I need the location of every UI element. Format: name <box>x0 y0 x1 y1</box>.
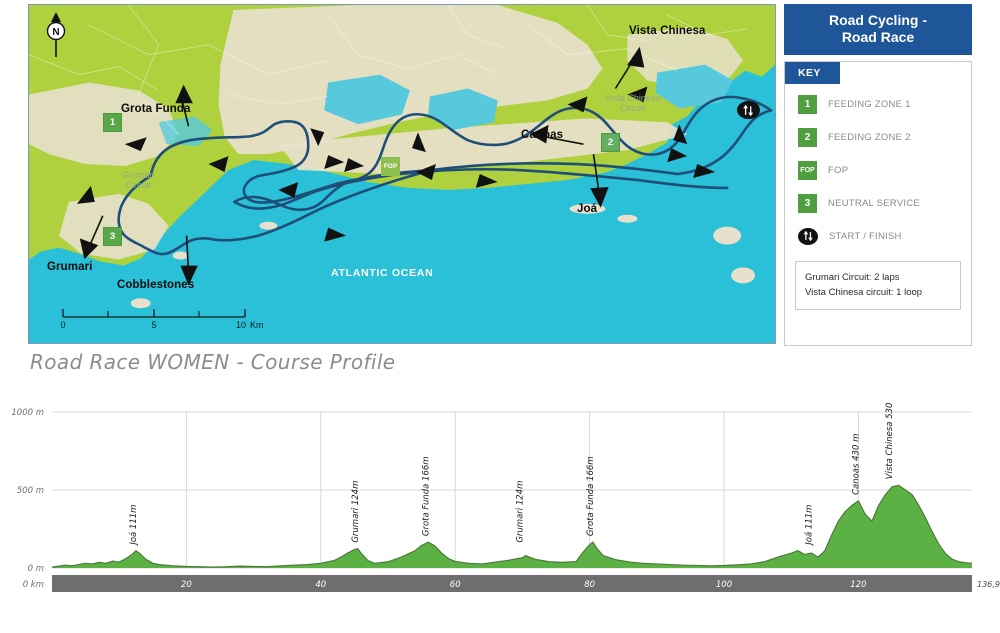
map-label-grumari: Grumari <box>47 261 93 273</box>
svg-text:Grumari 124m: Grumari 124m <box>515 481 525 543</box>
note-grumari-laps: Grumari Circuit: 2 laps <box>805 272 900 283</box>
chart-area-series <box>51 484 973 568</box>
key-row-neutral-service: 3 NEUTRAL SERVICE <box>785 190 971 216</box>
key-label-start-finish: START / FINISH <box>829 230 902 242</box>
course-map-panel: N Grumari Circuit Vista Chinesa Circuit … <box>28 4 776 344</box>
key-label-feeding-zone-2: FEEDING ZONE 2 <box>828 131 911 143</box>
key-row-fop: FOP FOP <box>785 157 971 183</box>
map-label-vista-chinesa: Vista Chinesa <box>629 25 706 37</box>
circuit-label-grumari-line1: Grumari <box>122 170 155 180</box>
circuit-label-grumari-line2: Circuit <box>125 180 152 190</box>
key-label-fop: FOP <box>828 164 849 176</box>
elevation-profile-chart: 0 m 500 m 1000 m 0 km 20 40 60 80 100 120 136,9 k… <box>0 400 1000 615</box>
map-marker-neutral-service[interactable]: 3 <box>103 227 122 246</box>
key-label-feeding-zone-1: FEEDING ZONE 1 <box>828 98 911 110</box>
map-label-canoas: Canoas <box>521 129 564 141</box>
chart-y-axis: 0 m 500 m 1000 m 0 km <box>11 408 44 590</box>
scale-tick-0: 0 <box>60 320 66 330</box>
svg-text:1000 m: 1000 m <box>11 408 44 418</box>
scale-bar-graphic <box>62 309 246 318</box>
svg-text:120: 120 <box>850 580 866 590</box>
circuit-label-grumari: Grumari Circuit <box>122 170 155 190</box>
key-box: KEY 1 FEEDING ZONE 1 2 FEEDING ZONE 2 FO… <box>784 61 972 346</box>
map-label-atlantic-ocean: ATLANTIC OCEAN <box>331 267 434 279</box>
north-arrow-icon: N <box>46 12 66 57</box>
scale-unit: Km <box>250 320 264 330</box>
svg-text:0 km: 0 km <box>23 580 44 590</box>
key-label-neutral-service: NEUTRAL SERVICE <box>828 197 920 209</box>
svg-text:136,9 km: 136,9 km <box>977 580 1000 589</box>
svg-text:500 m: 500 m <box>17 486 44 496</box>
map-marker-feeding-zone-1[interactable]: 1 <box>103 113 122 132</box>
svg-text:Joá 111m: Joá 111m <box>129 505 139 547</box>
feeding-zone-2-swatch: 2 <box>798 127 817 147</box>
map-marker-start-finish[interactable] <box>737 101 760 119</box>
start-finish-icon <box>803 230 813 242</box>
circuit-label-vista-line2: Circuit <box>619 103 646 113</box>
map-label-grota-funda: Grota Funda <box>121 103 191 115</box>
svg-text:80: 80 <box>584 580 595 590</box>
svg-text:Grumari 124m: Grumari 124m <box>351 481 361 543</box>
compass-rose: N <box>41 11 71 61</box>
profile-title: Road Race WOMEN - Course Profile <box>30 350 396 374</box>
start-finish-swatch <box>798 227 818 245</box>
svg-text:100: 100 <box>716 580 732 590</box>
svg-text:N: N <box>52 27 59 38</box>
panel-title: Road Cycling - Road Race <box>784 4 972 55</box>
svg-text:0 m: 0 m <box>28 564 44 574</box>
svg-text:40: 40 <box>315 580 326 590</box>
note-vista-chinesa-loop: Vista Chinesa circuit: 1 loop <box>805 287 923 298</box>
legend-column: Road Cycling - Road Race KEY 1 FEEDING Z… <box>784 4 972 346</box>
fop-swatch: FOP <box>798 160 817 180</box>
chart-x-axis: 20 40 60 80 100 120 136,9 km <box>52 575 1000 592</box>
svg-text:20: 20 <box>181 580 192 590</box>
key-row-start-finish: START / FINISH <box>785 223 971 249</box>
chart-peak-annotations: Joá 111m Grumari 124m Grota Funda 166m Grum… <box>129 400 895 547</box>
svg-text:Joá 111m: Joá 111m <box>804 505 814 547</box>
svg-text:Canoas 430 m: Canoas 430 m <box>851 434 861 495</box>
map-marker-feeding-zone-2[interactable]: 2 <box>601 133 620 152</box>
feeding-zone-1-swatch: 1 <box>798 94 817 114</box>
svg-text:Grota Funda 166m: Grota Funda 166m <box>586 456 596 536</box>
map-marker-fop[interactable]: FOP <box>381 157 400 176</box>
map-label-cobblestones: Cobblestones <box>117 279 195 291</box>
key-header: KEY <box>785 62 840 84</box>
map-label-joa: Joá <box>577 203 598 215</box>
circuit-label-vista-chinesa: Vista Chinesa Circuit <box>605 93 660 113</box>
scale-tick-5: 5 <box>151 320 157 330</box>
elevation-profile-svg: 0 m 500 m 1000 m 0 km 20 40 60 80 100 120 136,9 k… <box>11 400 1000 592</box>
scale-tick-10: 10 <box>235 320 247 330</box>
map-scale-bar: 0 5 10 Km <box>59 307 264 333</box>
circuit-notes-box: Grumari Circuit: 2 laps Vista Chinesa ci… <box>795 261 961 310</box>
start-finish-icon <box>743 104 754 116</box>
panel-title-line2: Road Race <box>841 29 915 45</box>
panel-title-line1: Road Cycling - <box>828 12 927 28</box>
svg-text:Grota Funda 166m: Grota Funda 166m <box>421 456 431 536</box>
svg-text:Vista Chinesa 530 m: Vista Chinesa 530 m <box>885 400 895 479</box>
circuit-label-vista-line1: Vista Chinesa <box>605 93 661 103</box>
neutral-service-swatch: 3 <box>798 193 817 213</box>
svg-text:60: 60 <box>450 580 461 590</box>
key-row-feeding-zone-2: 2 FEEDING ZONE 2 <box>785 124 971 150</box>
key-row-feeding-zone-1: 1 FEEDING ZONE 1 <box>785 91 971 117</box>
